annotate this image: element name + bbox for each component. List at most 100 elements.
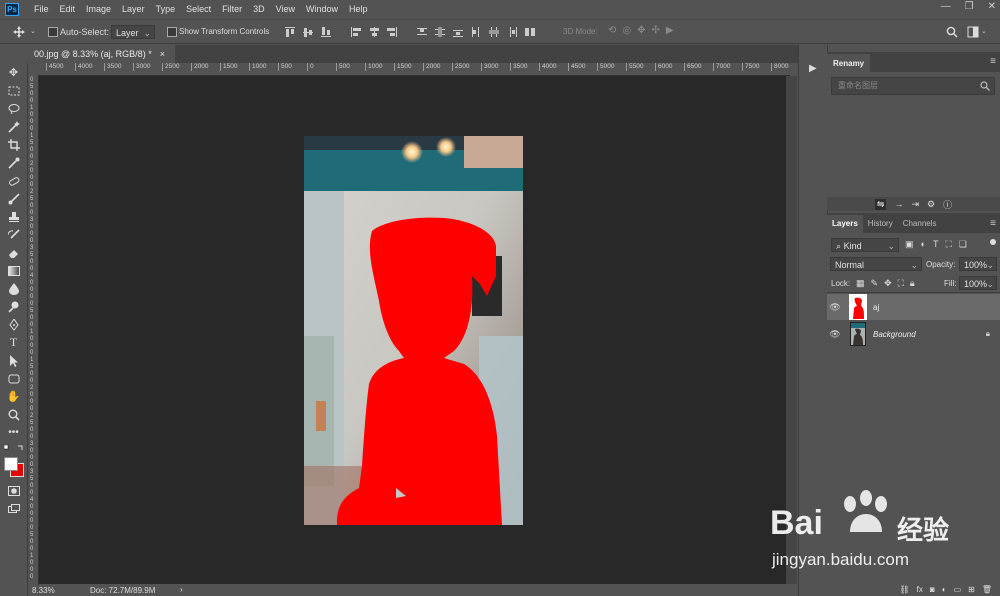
distribute-vcenter-icon[interactable] bbox=[434, 26, 446, 38]
layer-row-aj[interactable]: 👁︎ aj bbox=[827, 294, 1000, 320]
blur-tool[interactable] bbox=[6, 281, 21, 296]
distribute-right-icon[interactable] bbox=[506, 26, 518, 38]
menu-view[interactable]: View bbox=[271, 4, 301, 14]
layer-name-background[interactable]: Background bbox=[873, 330, 916, 339]
move-tool-icon[interactable] bbox=[13, 26, 25, 38]
default-swap-colors-icon[interactable] bbox=[4, 445, 24, 453]
arrow-right-bar-icon[interactable]: ⇥ bbox=[911, 199, 919, 210]
menu-image[interactable]: Image bbox=[81, 4, 117, 14]
lock-all-icon[interactable]: 🔒︎ bbox=[910, 278, 915, 289]
restore-icon[interactable]: ❐ bbox=[965, 1, 974, 12]
path-selection-tool[interactable] bbox=[6, 353, 21, 368]
menu-edit[interactable]: Edit bbox=[55, 4, 82, 14]
align-right-icon[interactable] bbox=[386, 26, 398, 38]
adjustment-layer-icon[interactable]: ◐ bbox=[942, 585, 947, 594]
3d-slide-icon[interactable]: ✣ bbox=[652, 25, 660, 36]
layer-name-aj[interactable]: aj bbox=[873, 303, 879, 312]
marquee-tool[interactable] bbox=[6, 83, 21, 98]
close-icon[interactable]: ✕ bbox=[988, 1, 996, 12]
gradient-tool[interactable] bbox=[6, 263, 21, 278]
renamy-tab[interactable]: Renamy bbox=[827, 54, 871, 72]
brush-tool[interactable] bbox=[6, 191, 21, 206]
lasso-tool[interactable] bbox=[6, 101, 21, 116]
lock-transparency-icon[interactable]: ▦ bbox=[856, 278, 865, 289]
layers-panel-menu-icon[interactable]: ≡ bbox=[990, 218, 996, 229]
rectangle-tool[interactable] bbox=[6, 371, 21, 386]
rename-swap-icon[interactable]: ⇋ bbox=[874, 198, 887, 210]
visibility-eye-icon[interactable]: 👁︎ bbox=[827, 302, 843, 313]
blend-mode-dropdown[interactable]: Normal ⌄ bbox=[830, 257, 922, 271]
tab-history[interactable]: History bbox=[863, 215, 898, 233]
horizontal-ruler[interactable]: 4500 4000 3500 3000 2500 2000 1500 1000 500 0 500 1… bbox=[38, 63, 790, 76]
add-mask-icon[interactable]: ◙ bbox=[930, 585, 935, 594]
auto-align-icon[interactable] bbox=[524, 26, 536, 38]
lock-position-icon[interactable]: ✥ bbox=[884, 278, 892, 289]
pen-tool[interactable] bbox=[6, 317, 21, 332]
menu-help[interactable]: Help bbox=[344, 4, 374, 14]
filter-adjustment-icon[interactable]: ◐ bbox=[921, 239, 926, 250]
filter-pixel-icon[interactable]: ▣ bbox=[905, 239, 914, 250]
healing-brush-tool[interactable] bbox=[6, 173, 21, 188]
crop-tool[interactable] bbox=[6, 137, 21, 152]
distribute-top-icon[interactable] bbox=[416, 26, 428, 38]
filter-type-icon[interactable]: T bbox=[933, 239, 939, 250]
delete-layer-icon[interactable]: 🗑︎ bbox=[982, 585, 992, 594]
vertical-scrollbar[interactable] bbox=[786, 76, 797, 584]
menu-select[interactable]: Select bbox=[181, 4, 217, 14]
vertical-ruler[interactable]: 0500100015002000250030003500400005001000… bbox=[28, 75, 39, 585]
menu-file[interactable]: File bbox=[29, 4, 55, 14]
filter-smart-object-icon[interactable]: ❏ bbox=[959, 239, 967, 250]
align-vcenter-icon[interactable] bbox=[302, 26, 314, 38]
status-menu-arrow[interactable]: › bbox=[180, 585, 183, 594]
dodge-tool[interactable] bbox=[6, 299, 21, 314]
tab-channels[interactable]: Channels bbox=[898, 215, 942, 233]
3d-camera-icon[interactable]: ▶ bbox=[666, 25, 674, 36]
arrow-right-icon[interactable]: → bbox=[894, 199, 903, 209]
layer-filter-dropdown[interactable]: ⌕ Kind ⌄ bbox=[831, 238, 899, 252]
filter-toggle-icon[interactable] bbox=[990, 239, 996, 245]
visibility-eye-icon[interactable]: 👁︎ bbox=[827, 329, 843, 340]
menu-type[interactable]: Type bbox=[151, 4, 182, 14]
type-tool[interactable]: T bbox=[6, 335, 21, 350]
show-transform-checkbox[interactable] bbox=[167, 27, 177, 37]
align-left-icon[interactable] bbox=[350, 26, 362, 38]
tab-layers[interactable]: Layers bbox=[827, 215, 863, 233]
align-hcenter-icon[interactable] bbox=[368, 26, 380, 38]
magic-wand-tool[interactable] bbox=[6, 119, 21, 134]
filter-shape-icon[interactable]: ⛶ bbox=[945, 239, 951, 250]
workspace-icon[interactable] bbox=[967, 26, 979, 38]
panel-menu-icon[interactable]: ≡ bbox=[990, 56, 996, 67]
workspace-chevron-icon[interactable]: ⌄ bbox=[981, 27, 987, 35]
fill-field[interactable]: 100% ⌄ bbox=[959, 276, 997, 290]
clone-stamp-tool[interactable] bbox=[6, 209, 21, 224]
link-layers-icon[interactable]: ⛓ bbox=[900, 585, 910, 594]
layer-row-background[interactable]: 👁︎ Background 🔒︎ bbox=[827, 321, 1000, 347]
menu-layer[interactable]: Layer bbox=[117, 4, 151, 14]
ruler-origin[interactable] bbox=[28, 63, 38, 75]
history-brush-tool[interactable] bbox=[6, 227, 21, 242]
settings-gear-icon[interactable]: ⚙ bbox=[927, 199, 935, 210]
info-icon[interactable]: ⓘ bbox=[943, 198, 952, 211]
play-icon[interactable]: ▶ bbox=[809, 63, 817, 74]
close-tab-icon[interactable]: × bbox=[160, 49, 165, 59]
align-bottom-icon[interactable] bbox=[320, 26, 332, 38]
document-tab[interactable]: 00.jpg @ 8.33% (aj, RGB/8) * × bbox=[28, 45, 175, 63]
zoom-level[interactable]: 8.33% bbox=[32, 586, 55, 595]
rename-search-icon[interactable] bbox=[980, 81, 990, 91]
distribute-bottom-icon[interactable] bbox=[452, 26, 464, 38]
zoom-tool[interactable] bbox=[6, 407, 21, 422]
quick-mask-button[interactable] bbox=[6, 483, 21, 498]
distribute-hcenter-icon[interactable] bbox=[488, 26, 500, 38]
canvas-area[interactable] bbox=[39, 76, 786, 584]
hand-tool[interactable]: ✋ bbox=[6, 389, 21, 404]
new-group-icon[interactable]: ▭ bbox=[954, 585, 962, 594]
3d-pan-icon[interactable]: ✥ bbox=[637, 25, 645, 36]
distribute-left-icon[interactable] bbox=[470, 26, 482, 38]
lock-artboard-icon[interactable]: ⛶ bbox=[898, 278, 904, 289]
eyedropper-tool[interactable] bbox=[6, 155, 21, 170]
opacity-field[interactable]: 100% ⌄ bbox=[959, 257, 997, 271]
3d-roll-icon[interactable]: ◎ bbox=[622, 25, 631, 36]
foreground-color-swatch[interactable] bbox=[4, 457, 18, 471]
search-icon[interactable] bbox=[946, 26, 958, 38]
move-tool[interactable]: ✥ bbox=[6, 65, 21, 80]
